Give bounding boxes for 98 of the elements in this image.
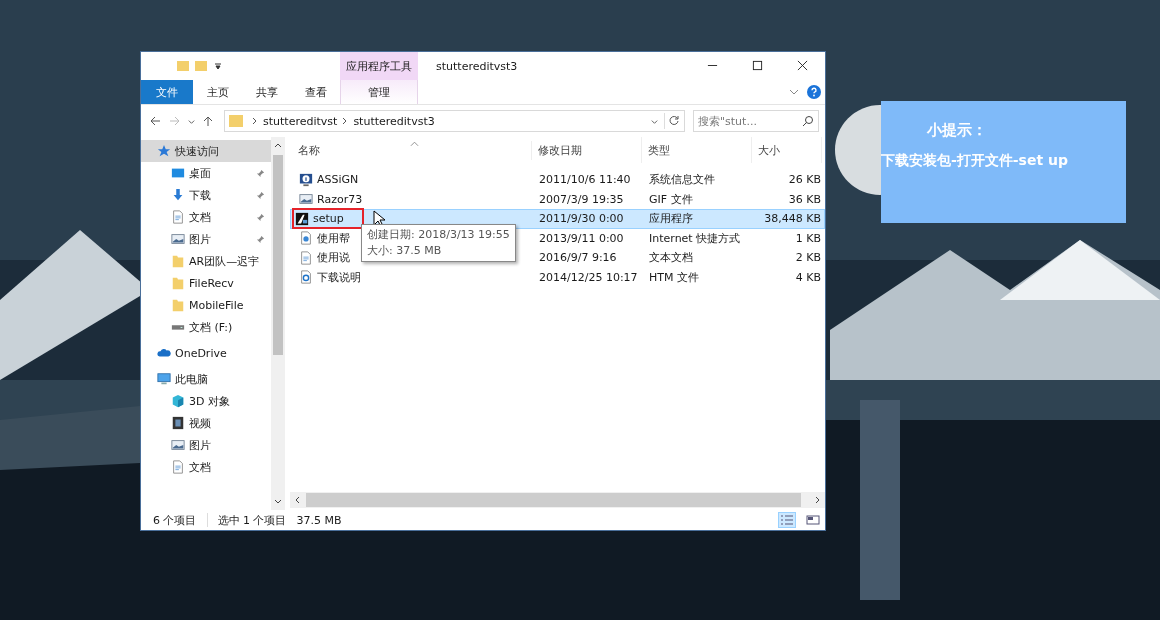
table-cell-text: GIF 文件 [648,191,694,207]
table-cell-text: 1 KB [794,231,822,245]
sidebar-item[interactable]: 图片 [141,434,271,456]
down-arrow-icon [171,188,185,202]
ribbon-tab[interactable]: 文件 [141,80,193,104]
table-cell-text: HTM 文件 [648,269,700,285]
tip-text: 下载安装包-打开文件-set up [881,152,1068,170]
scroll-thumb[interactable] [273,155,283,355]
web-page-icon [299,270,313,285]
sidebar-item[interactable]: 图片 [141,228,271,250]
table-cell-text: 38,448 KB [763,212,822,226]
scrollbar[interactable] [290,492,825,508]
ribbon-tab[interactable]: 共享 [242,80,291,104]
shortcut-icon [299,231,313,246]
application-icon [295,211,309,226]
table-cell-text: 36 KB [787,192,822,206]
status-text: 6 个项目 [153,512,197,528]
document-icon [171,460,185,474]
column-header[interactable]: 大小 [752,137,822,163]
sidebar-item[interactable]: 视频 [141,412,271,434]
column-header[interactable]: 修改日期 [532,137,642,163]
document-icon [299,250,313,265]
folder-icon [171,276,185,290]
image-icon [171,438,185,452]
search-icon [800,113,816,129]
file-name: 使用帮 [317,230,350,246]
document-icon [171,210,185,224]
ribbon-tab[interactable]: 管理 [340,80,418,104]
file-name: ASSiGN [317,173,359,187]
table-cell-text: 4 KB [794,270,822,284]
chevron-icon[interactable] [789,87,799,97]
column-header[interactable]: 名称 [292,140,532,160]
column-header[interactable]: 类型 [642,137,752,163]
pin-icon[interactable] [256,212,265,222]
file-name: 使用说 [317,250,350,266]
cloud-icon [157,346,171,360]
sidebar-item[interactable]: FileRecv [141,272,271,294]
pin-icon[interactable] [256,168,265,178]
scroll-thumb[interactable] [306,493,801,507]
computer-icon [157,372,171,386]
ribbon-tab[interactable]: 查看 [291,80,340,104]
sidebar-item[interactable]: 下载 [141,184,271,206]
folder-icon [171,254,185,268]
context-tab-group: 应用程序工具 [340,52,418,80]
sidebar-item[interactable]: 文档 [141,206,271,228]
pin-icon[interactable] [256,234,265,244]
tip-title: 小提示： [927,121,987,140]
status-text: 选中 1 个项目 [217,512,287,528]
table-cell-text: 应用程序 [648,211,694,227]
refresh-icon[interactable] [664,113,682,129]
folder-icon [171,298,185,312]
table-cell-text: 2013/9/11 0:00 [538,231,625,245]
monitor-icon [171,166,185,180]
image-icon [299,192,313,207]
details-view-icon[interactable] [779,513,795,527]
sidebar-item[interactable]: 此电脑 [141,368,271,390]
table-cell-text: 2016/9/7 9:16 [538,251,618,265]
table-cell-text: 2014/12/25 10:17 [538,270,639,284]
address-bar[interactable]: stuttereditvst stuttereditvst3 [224,110,685,132]
scrollbar[interactable] [271,137,285,510]
file-row[interactable]: setup 2011/9/30 0:00 应用程序 38,448 KB [290,209,825,229]
dropdown-icon[interactable] [213,61,223,71]
sidebar-item[interactable]: 3D 对象 [141,390,271,412]
table-cell-text: 系统信息文件 [648,172,716,188]
sidebar-item[interactable]: OneDrive [141,342,271,364]
pin-icon[interactable] [256,190,265,200]
help-icon[interactable] [807,85,821,99]
image-icon [171,232,185,246]
star-icon [157,144,171,158]
sidebar-item[interactable]: 文档 (F:) [141,316,271,338]
table-cell-text: 文本文档 [648,250,694,266]
window-title: stuttereditvst3 [435,58,519,75]
table-cell-text: 2007/3/9 19:35 [538,192,625,206]
status-text: 37.5 MB [296,513,342,527]
folder-icon [229,115,243,127]
breadcrumb[interactable]: stuttereditvst [263,114,338,128]
file-name: setup [313,212,344,226]
sidebar-item[interactable]: AR团队—迟宇 [141,250,271,272]
file-name: 下载说明 [317,269,361,285]
table-cell-text: Internet 快捷方式 [648,230,742,246]
sidebar-item[interactable]: MobileFile [141,294,271,316]
sidebar-item[interactable]: 文档 [141,456,271,478]
sidebar-item[interactable]: 桌面 [141,162,271,184]
cube-icon [171,394,185,408]
search-field[interactable]: 搜索"stut... [693,110,819,132]
table-cell-text: 2 KB [794,251,822,265]
ribbon-tab[interactable]: 主页 [193,80,242,104]
table-cell-text: 2011/9/30 0:00 [538,212,625,226]
film-icon [171,416,185,430]
preview-view-icon[interactable] [805,513,821,527]
breadcrumb[interactable]: stuttereditvst3 [353,114,435,128]
tooltip-text: 创建日期: 2018/3/13 19:55 [367,227,510,243]
info-icon [299,172,313,187]
file-name: Razor73 [317,192,363,206]
tooltip-text: 大小: 37.5 MB [367,243,443,259]
table-cell-text: 2011/10/6 11:40 [538,173,632,187]
sidebar-item[interactable]: 快速访问 [141,140,271,162]
table-cell-text: 26 KB [787,173,822,187]
